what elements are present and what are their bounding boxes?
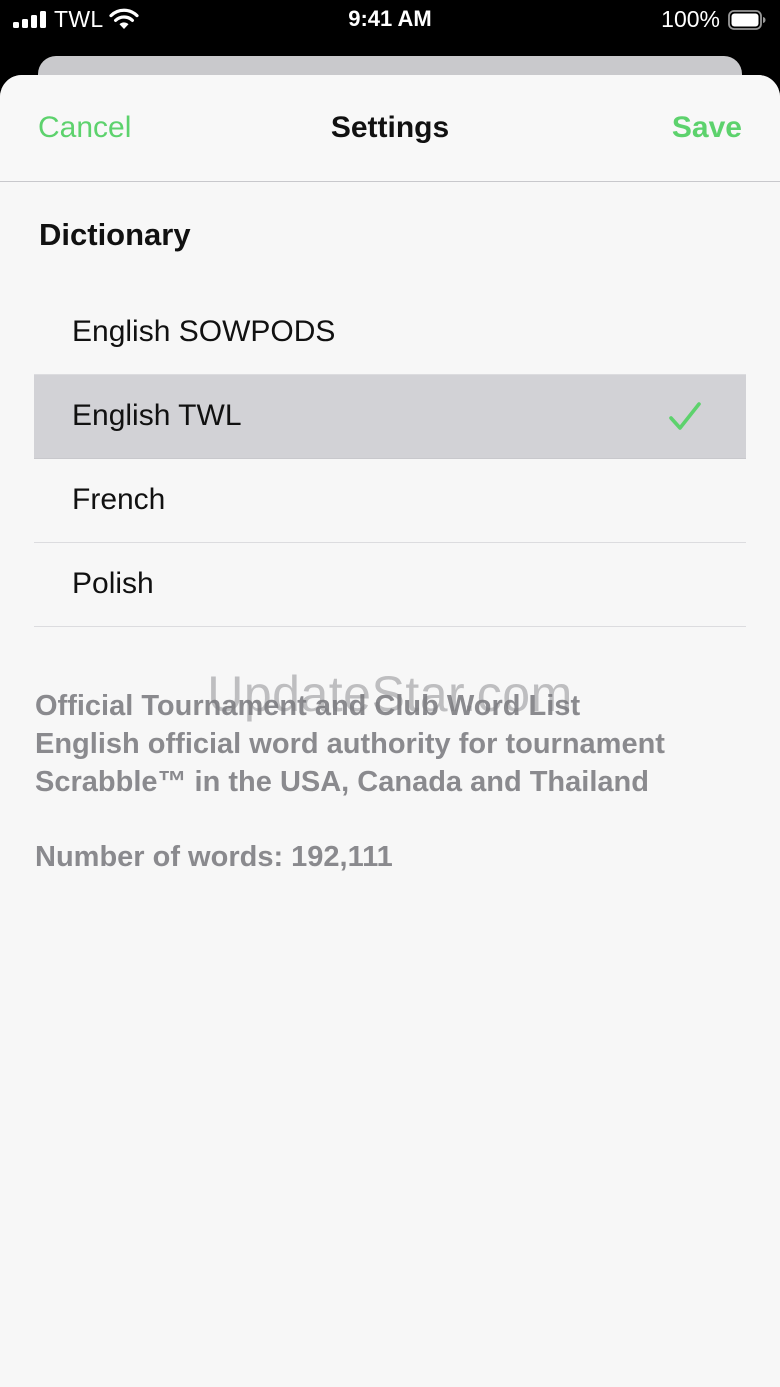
- dictionary-option-label: English SOWPODS: [72, 315, 336, 348]
- dictionary-list: English SOWPODS English TWL French Polis…: [34, 291, 746, 627]
- dictionary-option-english-sowpods[interactable]: English SOWPODS: [34, 291, 746, 375]
- dictionary-option-english-twl[interactable]: English TWL: [34, 375, 746, 459]
- screen: TWL 9:41 AM 100% Cancel Settings Save Di…: [0, 0, 780, 1387]
- battery-icon: [728, 10, 766, 30]
- dictionary-option-label: Polish: [72, 567, 154, 600]
- navigation-bar: Cancel Settings Save: [0, 75, 780, 182]
- dictionary-option-polish[interactable]: Polish: [34, 543, 746, 627]
- dictionary-option-label: English TWL: [72, 399, 242, 432]
- description-line: Official Tournament and Club Word List: [35, 690, 581, 722]
- description-line: English official word authority for tour…: [35, 728, 665, 760]
- page-title: Settings: [330, 111, 450, 144]
- status-bar: TWL 9:41 AM 100%: [0, 0, 780, 40]
- dictionary-option-french[interactable]: French: [34, 459, 746, 543]
- battery-percentage: 100%: [661, 6, 720, 32]
- dictionary-description: Official Tournament and Club Word List E…: [35, 687, 745, 801]
- dictionary-option-label: French: [72, 483, 166, 516]
- settings-sheet: Cancel Settings Save Dictionary English …: [0, 75, 780, 1387]
- word-count: Number of words: 192,111: [35, 841, 393, 873]
- checkmark-icon: [669, 402, 701, 430]
- save-button[interactable]: Save: [672, 111, 742, 145]
- description-line: Scrabble™ in the USA, Canada and Thailan…: [35, 766, 649, 798]
- dictionary-section-header: Dictionary: [39, 217, 191, 252]
